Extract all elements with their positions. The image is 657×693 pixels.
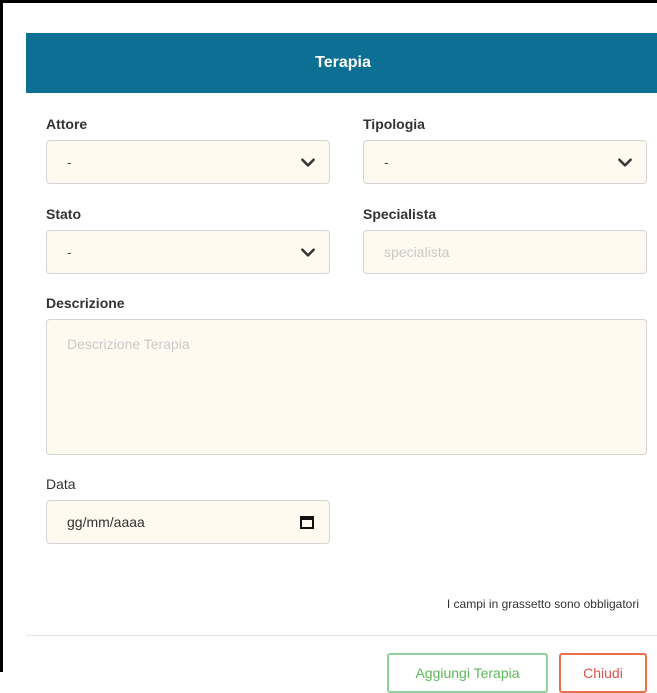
specialista-placeholder: specialista: [384, 244, 450, 260]
stato-select[interactable]: -: [46, 230, 330, 274]
specialista-input[interactable]: specialista: [363, 230, 647, 274]
required-fields-note: I campi in grassetto sono obbligatori: [446, 597, 639, 611]
close-button[interactable]: Chiudi: [559, 653, 647, 693]
descrizione-label: Descrizione: [46, 295, 125, 311]
descrizione-textarea[interactable]: Descrizione Terapia: [46, 319, 647, 455]
descrizione-placeholder: Descrizione Terapia: [67, 336, 190, 352]
attore-select[interactable]: -: [46, 140, 330, 184]
add-therapy-button[interactable]: Aggiungi Terapia: [387, 653, 548, 693]
chevron-down-icon: [301, 248, 315, 257]
tipologia-select-value: -: [384, 154, 389, 170]
data-date-input[interactable]: gg/mm/aaaa: [46, 500, 330, 544]
modal-title: Terapia: [315, 54, 371, 71]
specialista-label: Specialista: [363, 206, 437, 222]
tipologia-select[interactable]: -: [363, 140, 647, 184]
modal-dialog: Terapia Attore - Tipologia - Stato - Spe…: [0, 0, 657, 693]
attore-select-value: -: [67, 154, 72, 170]
footer-divider: [26, 635, 657, 636]
stato-label: Stato: [46, 206, 81, 222]
attore-label: Attore: [46, 116, 88, 132]
chevron-down-icon: [618, 158, 632, 167]
chevron-down-icon: [301, 158, 315, 167]
tipologia-label: Tipologia: [363, 116, 425, 132]
stato-select-value: -: [67, 244, 72, 260]
data-date-value: gg/mm/aaaa: [67, 514, 145, 530]
modal-header: Terapia: [26, 33, 657, 93]
calendar-icon[interactable]: [299, 514, 315, 530]
data-label: Data: [46, 476, 76, 492]
